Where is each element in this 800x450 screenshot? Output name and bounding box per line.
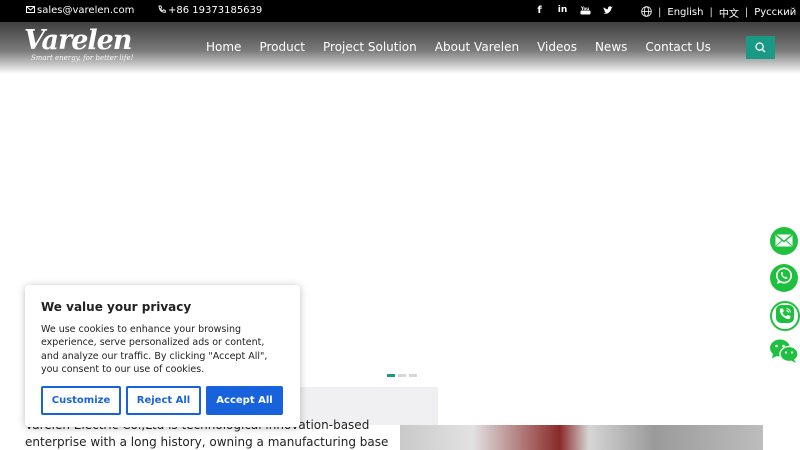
nav-about[interactable]: About Varelen [435, 40, 519, 54]
float-email-button[interactable] [770, 227, 798, 255]
whatsapp-icon [774, 266, 794, 290]
email-text: sales@varelen.com [37, 5, 135, 16]
email-icon [775, 232, 793, 251]
slider-dot[interactable] [409, 374, 417, 377]
svg-text:You: You [580, 6, 589, 11]
customize-button[interactable]: Customize [41, 386, 121, 416]
accept-all-button[interactable]: Accept All [206, 386, 283, 416]
search-button[interactable] [746, 36, 775, 59]
twitter-icon[interactable] [603, 4, 614, 16]
phone-link[interactable]: +86 19373185639 [158, 5, 262, 16]
social-links: f in You [534, 4, 614, 16]
linkedin-icon[interactable]: in [557, 4, 568, 16]
float-phone-button[interactable] [770, 301, 800, 331]
logo-tagline: Smart energy, for better life! [31, 54, 134, 62]
language-switcher: | English | 中文 | Русский [641, 5, 796, 20]
site-logo[interactable]: Varelen Smart energy, for better life! [24, 26, 134, 70]
lang-separator: | [709, 7, 713, 18]
factory-photo [400, 425, 763, 450]
lang-separator: | [744, 7, 749, 18]
top-bar: sales@varelen.com +86 19373185639 f in Y… [0, 0, 800, 22]
facebook-icon[interactable]: f [534, 4, 545, 16]
nav-product[interactable]: Product [259, 40, 305, 54]
cookie-text: We use cookies to enhance your browsing … [41, 324, 268, 375]
mail-icon [26, 5, 35, 16]
nav-project-solution[interactable]: Project Solution [323, 40, 417, 54]
phone-call-icon [776, 305, 794, 327]
float-whatsapp-button[interactable] [770, 264, 798, 292]
float-wechat-button[interactable] [769, 338, 799, 368]
main-nav: Home Product Project Solution About Vare… [206, 40, 729, 54]
cookie-buttons: Customize Reject All Accept All [41, 386, 284, 416]
slider-dot-active[interactable] [387, 374, 395, 377]
site-header: Varelen Smart energy, for better life! H… [0, 22, 800, 74]
phone-icon [158, 5, 166, 16]
cookie-title: We value your privacy [41, 300, 192, 314]
phone-text: +86 19373185639 [168, 5, 263, 16]
lang-russian[interactable]: Русский [754, 7, 796, 18]
wechat-icon [769, 338, 799, 368]
globe-icon [641, 5, 652, 20]
lang-separator: | [658, 7, 662, 18]
youtube-icon[interactable]: You [580, 4, 591, 16]
nav-videos[interactable]: Videos [537, 40, 577, 54]
logo-text: Varelen [24, 25, 132, 56]
intro-line: enterprise with a long history, owning a… [25, 435, 389, 449]
cookie-consent-dialog: We value your privacy We use cookies to … [25, 285, 300, 427]
search-icon [755, 38, 766, 57]
nav-home[interactable]: Home [206, 40, 241, 54]
page: sales@varelen.com +86 19373185639 f in Y… [0, 0, 800, 450]
lang-english[interactable]: English [667, 7, 703, 18]
slider-dot[interactable] [398, 374, 406, 377]
nav-news[interactable]: News [595, 40, 627, 54]
reject-all-button[interactable]: Reject All [126, 386, 201, 416]
nav-contact[interactable]: Contact Us [645, 40, 711, 54]
lang-chinese[interactable]: 中文 [719, 5, 739, 20]
slider-pagination [387, 374, 417, 377]
email-link[interactable]: sales@varelen.com [26, 5, 134, 16]
